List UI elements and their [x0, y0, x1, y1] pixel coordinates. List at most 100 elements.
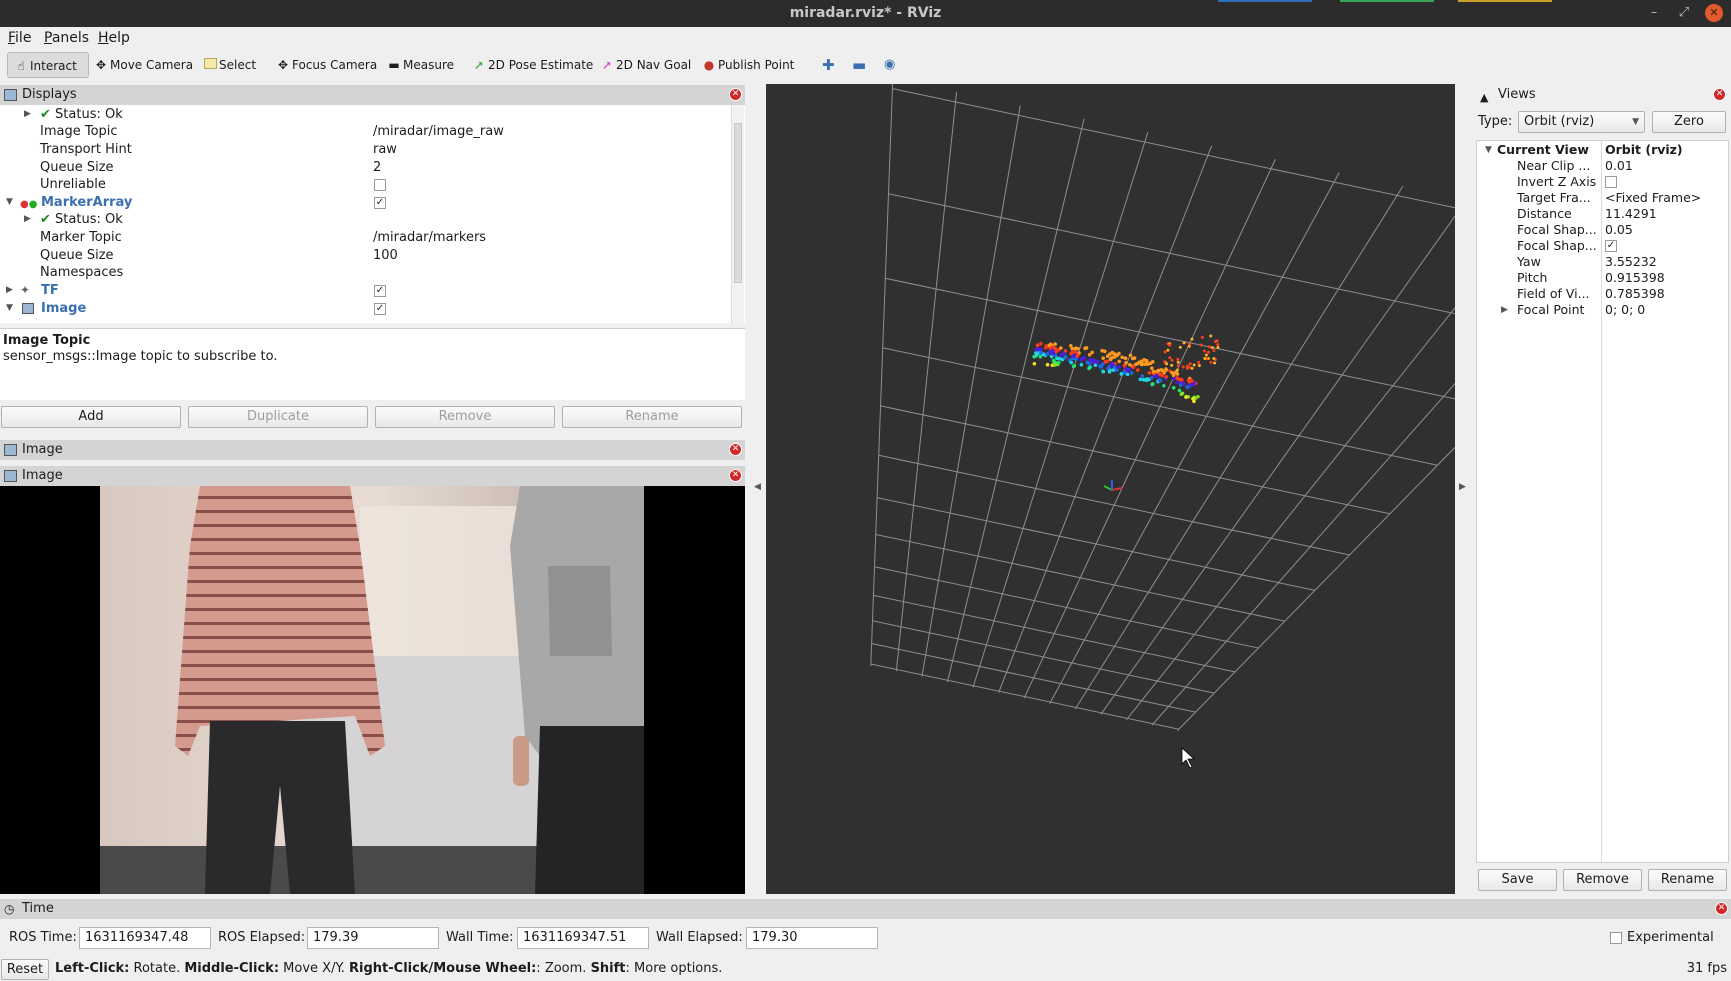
menu-file[interactable]: File: [8, 30, 31, 46]
experimental-checkbox[interactable]: [1610, 932, 1622, 944]
menu-help[interactable]: Help: [98, 30, 130, 46]
tree-row[interactable]: Namespaces: [0, 264, 730, 281]
tree-row[interactable]: Image Topic /miradar/image_raw: [0, 123, 730, 140]
displays-scrollbar[interactable]: [731, 105, 744, 323]
ros-elapsed-field[interactable]: 179.39: [307, 927, 439, 949]
wall-time-field[interactable]: 1631169347.51: [517, 927, 649, 949]
point-cloud-point: [1150, 366, 1154, 370]
expand-arrow-icon[interactable]: ▶: [6, 282, 13, 299]
grid-line: [876, 497, 1316, 591]
map-pin-icon: ●: [703, 58, 715, 72]
close-panel-icon[interactable]: ✕: [1715, 902, 1728, 915]
remove-button[interactable]: Remove: [375, 406, 555, 428]
tree-row[interactable]: Marker Topic /miradar/markers: [0, 229, 730, 246]
close-panel-icon[interactable]: ✕: [729, 469, 742, 482]
point-cloud-point: [1176, 360, 1180, 364]
3d-viewport[interactable]: [766, 84, 1455, 894]
tree-row[interactable]: Transport Hint raw: [0, 141, 730, 158]
tree-row[interactable]: Distance 11.4291: [1477, 206, 1728, 222]
rename-button[interactable]: Rename: [562, 406, 742, 428]
description-title: Image Topic: [3, 333, 91, 348]
rename-view-button[interactable]: Rename: [1648, 869, 1727, 891]
tool-measure[interactable]: ▬ Measure: [387, 52, 454, 78]
point-cloud-point: [1126, 368, 1130, 372]
ros-time-field[interactable]: 1631169347.48: [79, 927, 211, 949]
wall-time-label: Wall Time:: [446, 930, 514, 945]
tree-row[interactable]: Field of Vi... 0.785398: [1477, 286, 1728, 302]
focal-shape-checkbox[interactable]: ✓: [1605, 240, 1617, 252]
tree-row[interactable]: Target Fra... <Fixed Frame>: [1477, 190, 1728, 206]
tree-row[interactable]: Invert Z Axis: [1477, 174, 1728, 190]
tree-row[interactable]: ▶ ✔ Status: Ok: [0, 211, 730, 228]
point-cloud-point: [1203, 349, 1207, 353]
eye-icon[interactable]: ◉: [884, 52, 895, 78]
select-icon: [204, 58, 217, 69]
tree-row[interactable]: Yaw 3.55232: [1477, 254, 1728, 270]
displays-panel-header: Displays ✕: [0, 85, 745, 105]
point-cloud-point: [1051, 351, 1056, 356]
point-cloud-point: [1084, 346, 1089, 350]
add-tool-icon[interactable]: ✚: [822, 52, 835, 78]
maximize-button[interactable]: ⤢: [1675, 4, 1693, 22]
tool-2d-pose-estimate[interactable]: ➚ 2D Pose Estimate: [472, 52, 593, 78]
collapse-left-icon[interactable]: ◀: [754, 482, 761, 492]
close-panel-icon[interactable]: ✕: [729, 88, 742, 101]
unreliable-checkbox[interactable]: [374, 179, 386, 191]
tree-row[interactable]: ▼ ●● MarkerArray ✓: [0, 194, 730, 211]
collapse-arrow-icon[interactable]: ▼: [6, 300, 13, 317]
tree-row[interactable]: Unreliable: [0, 176, 730, 193]
tool-focus-camera[interactable]: ✥ Focus Camera: [276, 52, 377, 78]
minimize-button[interactable]: –: [1645, 4, 1663, 22]
point-cloud-point: [1179, 392, 1184, 397]
tool-publish-point[interactable]: ● Publish Point: [702, 52, 795, 78]
view-type-select[interactable]: Orbit (rviz) ▼: [1518, 111, 1645, 133]
close-button[interactable]: ✕: [1705, 4, 1723, 22]
point-cloud-point: [1162, 383, 1166, 388]
tree-row[interactable]: ▶ ✦ TF ✓: [0, 282, 730, 299]
expand-arrow-icon[interactable]: ▶: [24, 211, 31, 228]
taskbar-indicator: [1218, 0, 1312, 2]
close-panel-icon[interactable]: ✕: [729, 443, 742, 456]
remove-view-button[interactable]: Remove: [1563, 869, 1642, 891]
point-cloud-point: [1190, 366, 1194, 370]
duplicate-button[interactable]: Duplicate: [188, 406, 368, 428]
grid-line: [880, 405, 1391, 515]
expand-arrow-icon[interactable]: ▶: [24, 106, 31, 123]
zero-button[interactable]: Zero: [1652, 111, 1726, 133]
tree-row[interactable]: ▶ ✔ Status: Ok: [0, 106, 730, 123]
point-cloud-point: [1182, 341, 1186, 345]
collapse-arrow-icon[interactable]: ▼: [1485, 142, 1492, 158]
tree-row[interactable]: Near Clip ... 0.01: [1477, 158, 1728, 174]
point-cloud-point: [1178, 377, 1183, 382]
image-enable-checkbox[interactable]: ✓: [374, 303, 386, 315]
tree-row[interactable]: Focal Shap... 0.05: [1477, 222, 1728, 238]
collapse-arrow-icon[interactable]: ▼: [6, 194, 13, 211]
collapse-right-icon[interactable]: ▶: [1459, 482, 1466, 492]
tool-2d-nav-goal[interactable]: ➚ 2D Nav Goal: [600, 52, 691, 78]
tool-move-camera[interactable]: ✥ Move Camera: [94, 52, 193, 78]
remove-tool-icon[interactable]: ▬: [852, 52, 866, 78]
tree-row[interactable]: ▼ Current View Orbit (rviz): [1477, 142, 1728, 158]
point-cloud-point: [1168, 369, 1172, 373]
point-cloud-point: [1123, 356, 1128, 361]
add-button[interactable]: Add: [1, 406, 181, 428]
tool-interact[interactable]: ☝ Interact: [7, 52, 89, 78]
expand-arrow-icon[interactable]: ▶: [1501, 302, 1508, 318]
wall-elapsed-field[interactable]: 179.30: [746, 927, 878, 949]
markerarray-enable-checkbox[interactable]: ✓: [374, 197, 386, 209]
close-panel-icon[interactable]: ✕: [1713, 88, 1726, 101]
scroll-thumb[interactable]: [734, 123, 742, 283]
menu-panels[interactable]: Panels: [44, 30, 89, 46]
point-cloud-point: [1132, 356, 1137, 360]
tree-row[interactable]: Queue Size 100: [0, 247, 730, 264]
reset-button[interactable]: Reset: [1, 959, 49, 980]
save-view-button[interactable]: Save: [1478, 869, 1557, 891]
tree-row[interactable]: ▼ Image ✓: [0, 300, 730, 317]
tree-row[interactable]: Pitch 0.915398: [1477, 270, 1728, 286]
tree-row[interactable]: ▶ Focal Point 0; 0; 0: [1477, 302, 1728, 318]
invert-z-checkbox[interactable]: [1605, 176, 1617, 188]
tree-row[interactable]: Focal Shap... ✓: [1477, 238, 1728, 254]
tf-enable-checkbox[interactable]: ✓: [374, 285, 386, 297]
tool-select[interactable]: Select: [204, 52, 256, 78]
tree-row[interactable]: Queue Size 2: [0, 159, 730, 176]
